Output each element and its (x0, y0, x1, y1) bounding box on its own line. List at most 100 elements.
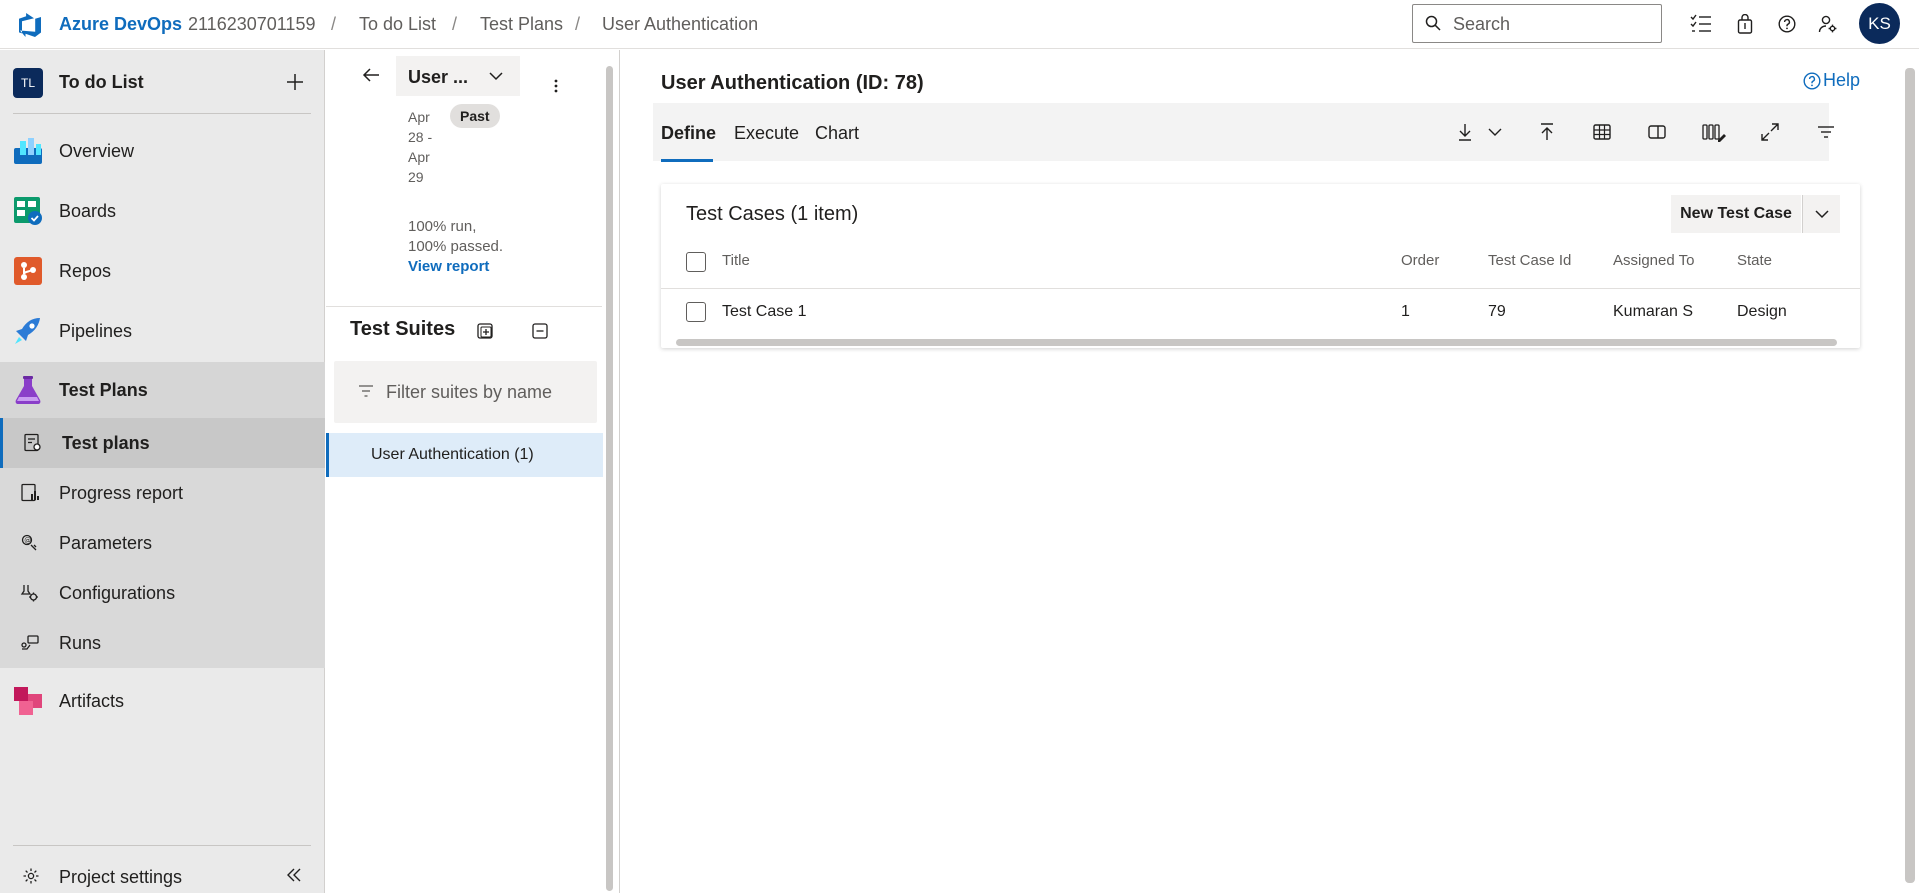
help-link[interactable]: Help (1803, 70, 1860, 91)
nav-item-boards[interactable]: Boards (0, 183, 325, 239)
breadcrumb-project[interactable]: To do List (359, 14, 436, 35)
project-name[interactable]: To do List (59, 72, 144, 93)
suite-item[interactable]: User Authentication (1) (326, 433, 603, 477)
task-list-icon[interactable] (1689, 12, 1713, 36)
fullscreen-icon[interactable] (1759, 121, 1781, 143)
sub-item-parameters[interactable]: @ Parameters (0, 518, 325, 568)
row-checkbox[interactable] (686, 302, 706, 322)
status-badge: Past (450, 104, 500, 128)
plan-name: User ... (408, 67, 469, 87)
tab-chart[interactable]: Chart (815, 123, 859, 144)
column-header-order[interactable]: Order (1401, 252, 1439, 269)
breadcrumb-current[interactable]: User Authentication (602, 14, 758, 35)
grid-view-icon[interactable] (1591, 121, 1613, 143)
tab-define[interactable]: Define (661, 123, 716, 144)
nav-divider (13, 113, 311, 114)
nav-label: Test Plans (59, 380, 148, 400)
select-all-checkbox[interactable] (686, 252, 706, 272)
boards-icon (13, 196, 43, 226)
active-tab-indicator (661, 159, 713, 162)
card-title: Test Cases (1 item) (686, 203, 859, 225)
breadcrumb-org[interactable]: 2116230701159 (188, 14, 315, 35)
tab-execute[interactable]: Execute (734, 123, 799, 144)
test-plans-icon (13, 375, 43, 405)
plan-dropdown[interactable]: User ... (396, 56, 520, 96)
suite-filter-box[interactable] (334, 361, 597, 423)
artifacts-icon (13, 686, 43, 716)
search-icon (1425, 15, 1441, 31)
side-panel-icon[interactable] (1646, 121, 1668, 143)
cell-order: 1 (1401, 303, 1410, 320)
breadcrumb-separator: / (452, 14, 458, 34)
svg-text:@: @ (24, 537, 31, 545)
suite-filter-input[interactable] (386, 381, 586, 403)
search-box[interactable] (1412, 4, 1662, 43)
nav-item-pipelines[interactable]: Pipelines (0, 303, 325, 359)
pipelines-icon (13, 316, 43, 346)
project-avatar: TL (13, 68, 43, 98)
project-settings-link[interactable]: Project settings (0, 860, 325, 893)
repos-icon (13, 256, 43, 286)
nav-label: Pipelines (59, 321, 133, 341)
chevron-down-icon (1814, 210, 1829, 219)
import-upload-icon[interactable] (1536, 121, 1558, 143)
nav-label: Boards (59, 201, 117, 221)
run-summary: 100% run, 100% passed. View report (408, 217, 508, 277)
nav-item-artifacts[interactable]: Artifacts (0, 673, 325, 729)
header-divider (661, 288, 1860, 289)
filter-icon[interactable] (1815, 121, 1837, 143)
runs-icon (20, 633, 40, 653)
brand-link[interactable]: Azure DevOps (59, 14, 182, 35)
sub-item-test-plans[interactable]: Test plans (0, 418, 325, 468)
user-avatar[interactable]: KS (1859, 3, 1900, 44)
column-header-assigned-to[interactable]: Assigned To (1613, 252, 1694, 269)
nav-label: Overview (59, 141, 135, 161)
column-header-title[interactable]: Title (722, 252, 750, 269)
new-test-case-menu-button[interactable] (1802, 195, 1840, 233)
progress-report-icon (20, 483, 40, 503)
chevron-down-icon[interactable] (1484, 121, 1506, 143)
table-horizontal-scrollbar[interactable] (676, 339, 1837, 346)
cell-assigned-to: Kumaran S (1613, 303, 1694, 320)
sub-item-configurations[interactable]: Configurations (0, 568, 325, 618)
collapse-nav-icon[interactable] (285, 866, 303, 884)
column-header-test-case-id[interactable]: Test Case Id (1488, 252, 1571, 269)
back-arrow-icon[interactable] (360, 64, 382, 86)
cell-state: Design (1737, 303, 1787, 320)
chevron-down-icon (488, 68, 504, 84)
test-plans-list-icon (23, 433, 43, 453)
page-vertical-scrollbar[interactable] (1905, 68, 1915, 883)
new-test-case-button[interactable]: New Test Case (1671, 195, 1801, 233)
filter-icon (358, 383, 374, 399)
cell-title[interactable]: Test Case 1 (722, 303, 806, 321)
nav-label: Repos (59, 261, 112, 281)
add-icon[interactable] (284, 71, 306, 93)
breadcrumb-test-plans[interactable]: Test Plans (480, 14, 563, 35)
plan-date-range: Apr 28 - Apr 29 (408, 109, 433, 185)
more-options-icon[interactable] (548, 76, 564, 96)
search-input[interactable] (1453, 13, 1653, 35)
run-summary-text: 100% run, 100% passed. (408, 218, 504, 255)
view-report-link[interactable]: View report (408, 258, 489, 275)
collapse-all-icon[interactable] (531, 322, 549, 340)
column-header-state[interactable]: State (1737, 252, 1772, 269)
sub-item-runs[interactable]: Runs (0, 618, 325, 668)
suite-label: User Authentication (1) (371, 446, 534, 463)
sub-item-label: Test plans (62, 433, 150, 453)
azure-devops-logo-icon[interactable] (17, 12, 43, 38)
pane-scrollbar[interactable] (606, 66, 613, 891)
nav-item-overview[interactable]: Overview (0, 123, 325, 179)
nav-item-repos[interactable]: Repos (0, 243, 325, 299)
export-download-icon[interactable] (1454, 121, 1476, 143)
column-options-icon[interactable] (1701, 121, 1727, 143)
project-settings-label: Project settings (59, 867, 183, 887)
nav-divider (13, 845, 311, 846)
user-settings-icon[interactable] (1816, 12, 1840, 36)
sub-item-label: Progress report (59, 483, 184, 503)
sub-item-progress-report[interactable]: Progress report (0, 468, 325, 518)
add-suite-icon[interactable] (476, 322, 494, 340)
nav-item-test-plans[interactable]: Test Plans (0, 362, 325, 418)
help-circle-icon[interactable] (1775, 12, 1799, 36)
shopping-bag-icon[interactable] (1733, 12, 1757, 36)
gear-icon (22, 867, 40, 885)
